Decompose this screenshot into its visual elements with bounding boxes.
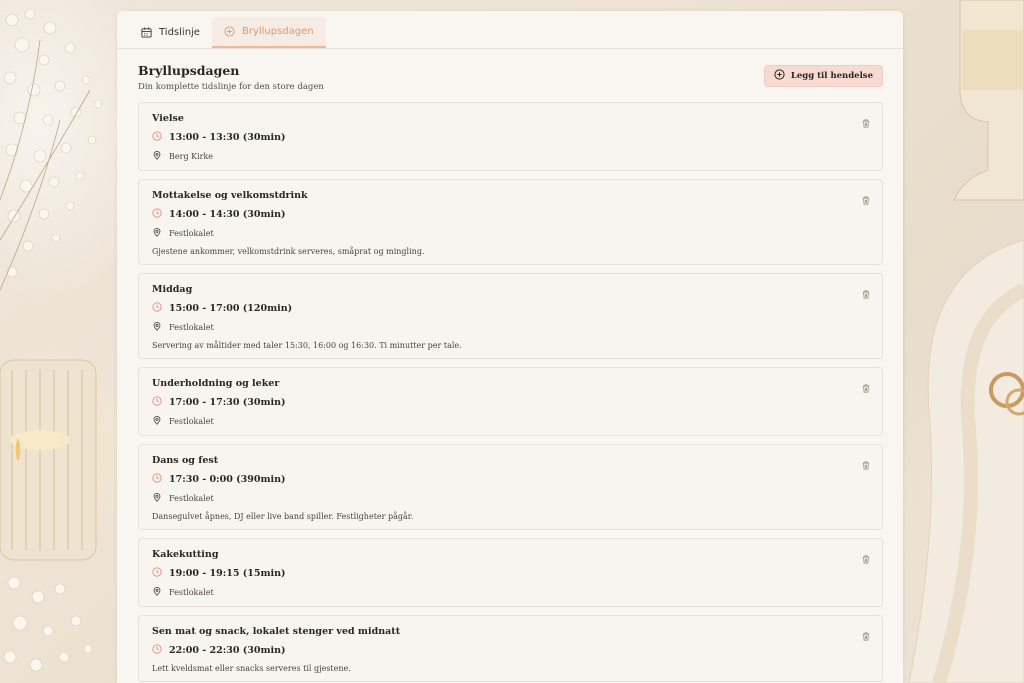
- event-location: Festlokalet: [169, 494, 214, 503]
- map-pin-icon: [153, 228, 161, 239]
- tab-label: Bryllupsdagen: [241, 26, 314, 37]
- event-description: Lett kveldsmat eller snacks serveres til…: [152, 664, 351, 673]
- event-time-row: 13:00 - 13:30 (30min): [152, 131, 868, 144]
- clock-icon: [152, 396, 162, 409]
- event-card[interactable]: Mottakelse og velkomstdrink 14:00 - 14:3…: [138, 179, 883, 265]
- event-title: Middag: [152, 284, 193, 295]
- map-pin-icon: [153, 416, 161, 427]
- trash-icon[interactable]: [862, 549, 870, 568]
- trash-icon[interactable]: [862, 190, 870, 209]
- map-pin-icon: [153, 322, 161, 333]
- event-time-row: 22:00 - 22:30 (30min): [152, 644, 868, 657]
- event-time-row: 17:00 - 17:30 (30min): [152, 396, 868, 409]
- event-time-row: 17:30 - 0:00 (390min): [152, 473, 868, 486]
- event-time: 19:00 - 19:15 (15min): [169, 568, 286, 579]
- clock-icon: [152, 302, 162, 315]
- clock-icon: [152, 473, 162, 486]
- baby-breath-flowers-decoration: [0, 8, 103, 291]
- event-title: Sen mat og snack, lokalet stenger ved mi…: [152, 626, 401, 637]
- event-description: Servering av måltider med taler 15:30, 1…: [152, 341, 462, 350]
- plus-circle-icon: [774, 69, 785, 83]
- trash-icon[interactable]: [862, 284, 870, 303]
- event-location-row: Festlokalet: [152, 587, 868, 598]
- event-list: Vielse 13:00 - 13:30 (30min) Berg Kirke: [138, 102, 883, 682]
- event-location-row: Berg Kirke: [152, 151, 868, 162]
- event-title: Mottakelse og velkomstdrink: [152, 190, 308, 201]
- event-time: 17:30 - 0:00 (390min): [169, 474, 286, 485]
- flowers-bottom-decoration: [3, 576, 93, 672]
- calendar-icon: [141, 27, 152, 38]
- event-location: Festlokalet: [169, 588, 214, 597]
- main-panel: Tidslinje Bryllupsdagen Bryllupsdagen Di…: [117, 11, 903, 683]
- event-title: Kakekutting: [152, 549, 219, 560]
- content-area: Bryllupsdagen Din komplette tidslinje fo…: [117, 49, 903, 682]
- event-location-row: Festlokalet: [152, 416, 868, 427]
- event-card[interactable]: Middag 15:00 - 17:00 (120min) Festlokale…: [138, 273, 883, 359]
- event-card[interactable]: Underholdning og leker 17:00 - 17:30 (30…: [138, 367, 883, 436]
- candle-decoration: [0, 359, 97, 561]
- event-time: 14:00 - 14:30 (30min): [169, 209, 286, 220]
- plus-circle-icon: [224, 26, 235, 37]
- event-location: Festlokalet: [169, 417, 214, 426]
- event-time-row: 14:00 - 14:30 (30min): [152, 208, 868, 221]
- map-pin-icon: [153, 151, 161, 162]
- trash-icon[interactable]: [862, 113, 870, 132]
- page-title: Bryllupsdagen: [138, 63, 240, 78]
- event-location: Festlokalet: [169, 229, 214, 238]
- tab-bryllupsdagen[interactable]: Bryllupsdagen: [211, 17, 326, 48]
- event-card[interactable]: Dans og fest 17:30 - 0:00 (390min) Festl…: [138, 444, 883, 530]
- add-event-label: Legg til hendelse: [790, 71, 873, 81]
- event-time-row: 19:00 - 19:15 (15min): [152, 567, 868, 580]
- event-location-row: Festlokalet: [152, 493, 868, 504]
- map-pin-icon: [153, 587, 161, 598]
- event-time: 13:00 - 13:30 (30min): [169, 132, 286, 143]
- ribbon-rings-decoration: [908, 239, 1024, 683]
- champagne-glass-decoration: [953, 0, 1024, 201]
- event-time-row: 15:00 - 17:00 (120min): [152, 302, 868, 315]
- event-location: Berg Kirke: [169, 152, 214, 161]
- event-location: Festlokalet: [169, 323, 214, 332]
- event-title: Dans og fest: [152, 455, 219, 466]
- event-time: 15:00 - 17:00 (120min): [169, 303, 293, 314]
- trash-icon[interactable]: [862, 455, 870, 474]
- tab-label: Tidslinje: [159, 27, 200, 38]
- event-card[interactable]: Kakekutting 19:00 - 19:15 (15min) Festlo…: [138, 538, 883, 607]
- trash-icon[interactable]: [862, 626, 870, 645]
- event-card[interactable]: Vielse 13:00 - 13:30 (30min) Berg Kirke: [138, 102, 883, 171]
- event-card[interactable]: Sen mat og snack, lokalet stenger ved mi…: [138, 615, 883, 682]
- event-time: 17:00 - 17:30 (30min): [169, 397, 286, 408]
- event-title: Underholdning og leker: [152, 378, 280, 389]
- event-description: Dansegulvet åpnes, DJ eller live band sp…: [152, 512, 414, 521]
- event-location-row: Festlokalet: [152, 228, 868, 239]
- event-location-row: Festlokalet: [152, 322, 868, 333]
- event-time: 22:00 - 22:30 (30min): [169, 645, 286, 656]
- clock-icon: [152, 208, 162, 221]
- page-subtitle: Din komplette tidslinje for den store da…: [138, 82, 324, 92]
- event-description: Gjestene ankommer, velkomstdrink servere…: [152, 247, 425, 256]
- clock-icon: [152, 131, 162, 144]
- clock-icon: [152, 567, 162, 580]
- map-pin-icon: [153, 493, 161, 504]
- tab-tidslinje[interactable]: Tidslinje: [129, 17, 212, 48]
- page-header: Bryllupsdagen Din komplette tidslinje fo…: [138, 63, 883, 92]
- trash-icon[interactable]: [862, 378, 870, 397]
- clock-icon: [152, 644, 162, 657]
- add-event-button[interactable]: Legg til hendelse: [763, 65, 883, 87]
- event-title: Vielse: [152, 113, 184, 124]
- tab-bar: Tidslinje Bryllupsdagen: [117, 11, 903, 49]
